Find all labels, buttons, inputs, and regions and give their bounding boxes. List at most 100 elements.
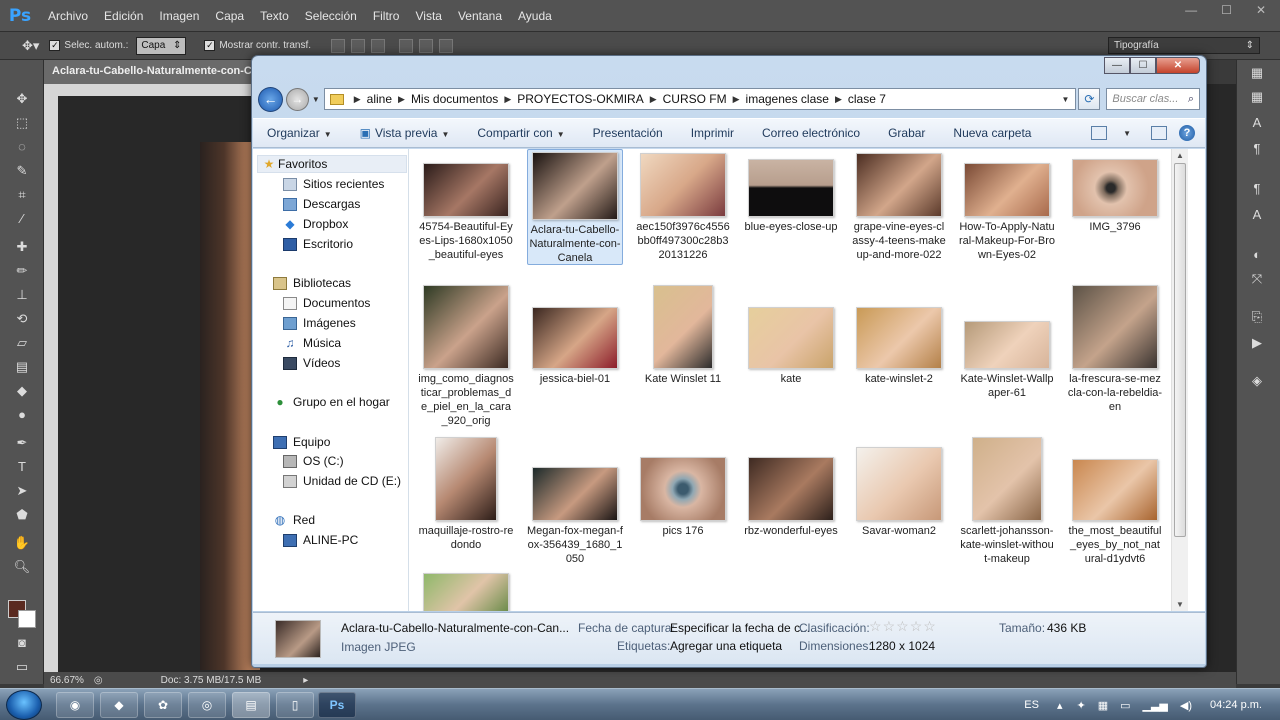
- type-tool-icon[interactable]: T: [12, 458, 32, 476]
- file-item[interactable]: kate: [743, 307, 839, 386]
- healing-brush-icon[interactable]: ✚: [12, 238, 32, 256]
- star-icon[interactable]: ☆: [869, 618, 882, 634]
- nav-network[interactable]: ◍ Red: [273, 511, 315, 529]
- chevron-right-icon[interactable]: ▶: [354, 94, 361, 105]
- browser-taskbar-icon[interactable]: ◎: [188, 692, 226, 718]
- help-icon[interactable]: ?: [1179, 125, 1195, 141]
- start-button[interactable]: [6, 690, 42, 720]
- zoom-tool-icon[interactable]: 🔍︎: [12, 558, 32, 576]
- volume-tray-icon[interactable]: ◀): [1180, 699, 1192, 712]
- move-tool-icon[interactable]: ✥▾: [22, 38, 39, 54]
- new-folder-button[interactable]: Nueva carpeta: [939, 126, 1045, 140]
- maximize-icon[interactable]: ☐: [1221, 3, 1232, 17]
- file-item-selected[interactable]: Aclara-tu-Cabello-Naturalmente-con-Canel…: [527, 149, 623, 265]
- file-item[interactable]: scarlett-johansson-kate-winslet-without-…: [959, 437, 1055, 566]
- signal-tray-icon[interactable]: ▁▃▅: [1143, 699, 1168, 712]
- nav-documents[interactable]: Documentos: [283, 294, 370, 312]
- lasso-tool-icon[interactable]: ◌: [12, 138, 32, 156]
- chrome-taskbar-icon[interactable]: ◉: [56, 692, 94, 718]
- preview-button[interactable]: ▣ Vista previa ▼: [346, 126, 464, 140]
- actions-panel-icon[interactable]: ▶: [1247, 334, 1267, 352]
- nav-pc[interactable]: ALINE-PC: [283, 531, 358, 549]
- organize-button[interactable]: Organizar ▼: [253, 126, 346, 140]
- auto-select-checkbox[interactable]: ✓ Selec. autom.:: [49, 40, 128, 51]
- scroll-up-icon[interactable]: ▲: [1176, 151, 1184, 160]
- breadcrumb-aline[interactable]: aline: [367, 92, 392, 106]
- align-icon[interactable]: [419, 38, 434, 53]
- chevron-right-icon[interactable]: ▶: [398, 94, 405, 105]
- nav-homegroup[interactable]: ● Grupo en el hogar: [273, 393, 389, 411]
- character-panel-icon[interactable]: A: [1247, 114, 1267, 132]
- tray-arrow-icon[interactable]: ▴: [1057, 699, 1063, 712]
- slideshow-button[interactable]: Presentación: [579, 126, 677, 140]
- dodge-tool-icon[interactable]: ●: [12, 406, 32, 424]
- explorer-taskbar-icon[interactable]: ▤: [232, 692, 270, 718]
- breadcrumb-imagenes-clase[interactable]: imagenes clase: [746, 92, 829, 106]
- notepad-taskbar-icon[interactable]: ▯: [276, 692, 314, 718]
- background-color-swatch[interactable]: [18, 610, 36, 628]
- star-icon[interactable]: ☆: [896, 618, 909, 634]
- menu-ventana[interactable]: Ventana: [450, 9, 510, 23]
- nav-drive-c[interactable]: OS (C:): [283, 452, 344, 470]
- align-icon[interactable]: [399, 38, 414, 53]
- close-icon[interactable]: ✕: [1256, 3, 1266, 17]
- align-icon[interactable]: [351, 38, 366, 53]
- clone-stamp-icon[interactable]: ⊥: [12, 286, 32, 304]
- screen-mode-icon[interactable]: ▭: [12, 658, 32, 676]
- star-icon[interactable]: ☆: [910, 618, 923, 634]
- history-brush-icon[interactable]: ⟲: [12, 310, 32, 328]
- breadcrumb-clase-7[interactable]: clase 7: [848, 92, 886, 106]
- workspace-select[interactable]: Tipografía ⇕: [1108, 37, 1260, 54]
- menu-edicion[interactable]: Edición: [96, 9, 151, 23]
- star-icon[interactable]: ☆: [923, 618, 936, 634]
- hand-tool-icon[interactable]: ✋: [12, 534, 32, 552]
- path-select-icon[interactable]: ➤: [12, 482, 32, 500]
- transform-panel-icon[interactable]: ⤧: [1247, 270, 1267, 288]
- breadcrumb-mis-documentos[interactable]: Mis documentos: [411, 92, 498, 106]
- adjustments-panel-icon[interactable]: ◐: [1247, 246, 1267, 264]
- file-item[interactable]: 45754-Beautiful-Eyes-Lips-1680x1050_beau…: [418, 163, 514, 262]
- file-item[interactable]: jessica-biel-01: [527, 307, 623, 386]
- close-button[interactable]: ✕: [1156, 57, 1200, 74]
- eraser-icon[interactable]: ▱: [12, 334, 32, 352]
- menu-ayuda[interactable]: Ayuda: [510, 9, 560, 23]
- chevron-right-icon[interactable]: ▶: [504, 94, 511, 105]
- document-tab[interactable]: Aclara-tu-Cabello-Naturalmente-con-Can..…: [44, 60, 254, 84]
- capture-date-value[interactable]: Especificar la fecha de c...: [670, 621, 810, 635]
- nav-desktop[interactable]: Escritorio: [283, 235, 353, 253]
- paragraph-panel-icon[interactable]: ¶: [1247, 140, 1267, 158]
- burn-button[interactable]: Grabar: [874, 126, 939, 140]
- app-tray-icon[interactable]: ✦: [1076, 699, 1085, 712]
- eyedropper-icon[interactable]: ⁄: [12, 210, 32, 228]
- breadcrumb-proyectos[interactable]: PROYECTOS-OKMIRA: [517, 92, 643, 106]
- back-button[interactable]: ←: [258, 86, 283, 112]
- nav-downloads[interactable]: Descargas: [283, 195, 360, 213]
- file-item[interactable]: [418, 573, 514, 611]
- nav-dropbox[interactable]: ◆ Dropbox: [283, 215, 348, 233]
- file-item[interactable]: Savar-woman2: [851, 447, 947, 538]
- paths-panel-icon[interactable]: ⎘: [1247, 308, 1267, 326]
- file-item[interactable]: How-To-Apply-Natural-Makeup-For-Brown-Ey…: [959, 163, 1055, 262]
- history-panel-icon[interactable]: ▦: [1247, 64, 1267, 82]
- auto-select-dropdown[interactable]: Capa ⇕: [136, 36, 187, 55]
- styles-panel-icon[interactable]: A: [1247, 206, 1267, 224]
- file-item[interactable]: Kate-Winslet-Wallpaper-61: [959, 321, 1055, 400]
- marquee-tool-icon[interactable]: ⬚: [12, 114, 32, 132]
- clock[interactable]: 04:24 p.m.: [1210, 699, 1262, 711]
- file-item[interactable]: grape-vine-eyes-classy-4-teens-makeup-an…: [851, 153, 947, 262]
- menu-archivo[interactable]: Archivo: [40, 9, 96, 23]
- chevron-down-icon[interactable]: ▼: [1123, 129, 1131, 138]
- network-tray-icon[interactable]: ▦: [1098, 699, 1108, 712]
- email-button[interactable]: Correo electrónico: [748, 126, 874, 140]
- language-indicator[interactable]: ES: [1024, 699, 1039, 711]
- file-item[interactable]: img_como_diagnosticar_problemas_de_piel_…: [418, 285, 514, 428]
- move-tool-icon[interactable]: ✥: [12, 90, 32, 108]
- photoshop-taskbar-icon[interactable]: Ps: [318, 692, 356, 718]
- align-icon[interactable]: [331, 38, 346, 53]
- tags-value[interactable]: Agregar una etiqueta: [670, 639, 782, 653]
- search-icon[interactable]: ⌕: [1188, 93, 1194, 106]
- nav-images[interactable]: Imágenes: [283, 314, 356, 332]
- file-item[interactable]: aec150f3976c4556bb0ff497300c28b320131226: [635, 153, 731, 262]
- battery-tray-icon[interactable]: ▭: [1120, 699, 1130, 712]
- search-input[interactable]: Buscar clas... ⌕: [1106, 88, 1200, 110]
